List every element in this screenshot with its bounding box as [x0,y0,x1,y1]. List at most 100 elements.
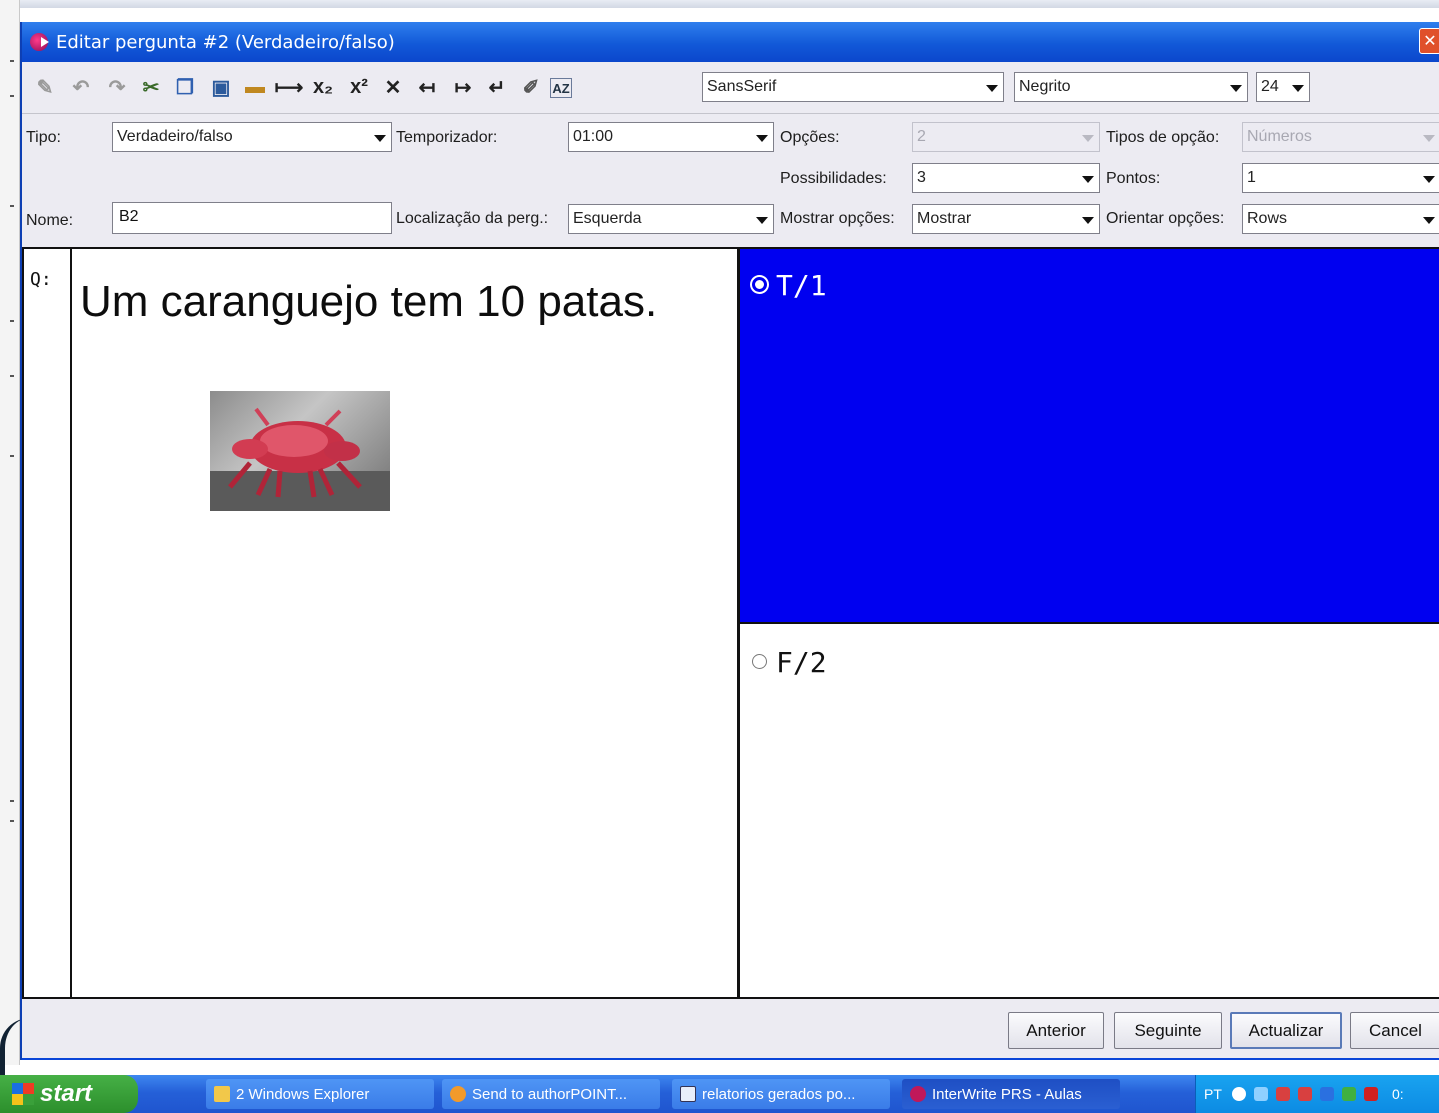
question-label-column: Q: [24,249,72,997]
undo-icon[interactable]: ↶ [68,74,94,100]
chevron-down-icon [1423,176,1435,183]
possibilidades-label: Possibilidades: [780,170,887,187]
option-false[interactable]: F/2 [740,626,1439,997]
tipo-value: Verdadeiro/falso [117,128,233,145]
windows-logo-icon [12,1083,34,1105]
task-label: relatorios gerados po... [702,1085,856,1103]
edit-pencil-icon[interactable]: ✐ [518,74,544,100]
actualizar-button[interactable]: Actualizar [1230,1012,1342,1049]
indent-right-icon[interactable]: ↦ [450,74,476,100]
font-size-value: 24 [1261,78,1279,95]
font-size-select[interactable]: 24 [1256,72,1310,102]
crab-image[interactable] [210,391,390,511]
opcoes-label: Opções: [780,129,840,146]
chevron-down-icon [1292,85,1304,92]
tray-expand-icon[interactable] [1232,1087,1246,1101]
opcoes-select: 2 [912,122,1100,152]
possibilidades-select[interactable]: 3 [912,163,1100,193]
clear-format-icon[interactable]: ✕ [380,74,406,100]
start-label: start [40,1080,93,1107]
task-windows-explorer[interactable]: 2 Windows Explorer [206,1079,434,1109]
mostrar-opcoes-value: Mostrar [917,210,972,227]
cancel-button[interactable]: Cancel [1350,1012,1439,1049]
chevron-down-icon [986,85,998,92]
line-icon[interactable]: ⟼ [275,74,304,100]
bluetooth-icon[interactable] [1320,1087,1334,1101]
paste-icon[interactable]: ▣ [208,74,234,100]
alert-icon[interactable] [1364,1087,1378,1101]
tipos-opcao-value: Números [1247,128,1312,145]
tipos-opcao-label: Tipos de opção: [1106,129,1220,146]
system-tray: PT 0: [1195,1075,1439,1113]
background-window-strip [0,0,20,1065]
opcoes-value: 2 [917,128,926,145]
radio-unselected-icon[interactable] [752,654,767,669]
option-true-label: T/1 [776,269,827,302]
close-button[interactable]: ✕ [1419,28,1439,54]
orientar-opcoes-label: Orientar opções: [1106,210,1225,227]
indent-left-icon[interactable]: ↤ [414,74,440,100]
question-text[interactable]: Um caranguejo tem 10 patas. [80,269,720,335]
sort-az-icon[interactable]: AZ [550,78,572,98]
cut-icon[interactable]: ✂ [138,74,164,100]
chevron-down-icon [1082,135,1094,142]
task-send-to-authorpoint[interactable]: Send to authorPOINT... [442,1079,660,1109]
language-indicator[interactable]: PT [1204,1086,1222,1102]
font-family-select[interactable]: SansSerif [702,72,1004,102]
question-label: Q: [30,269,52,290]
chevron-down-icon [1230,85,1242,92]
temporizador-value: 01:00 [573,128,614,145]
anterior-button[interactable]: Anterior [1008,1012,1104,1049]
subscript-icon[interactable]: x₂ [310,74,336,100]
chevron-down-icon [756,217,768,224]
enter-icon[interactable]: ↵ [484,74,510,100]
image-icon[interactable]: ▬ [242,74,268,100]
task-label: 2 Windows Explorer [236,1085,370,1103]
question-canvas: Q: Um caranguejo tem 10 patas. T/1 F/2 [22,247,1439,999]
title-bar[interactable]: Editar pergunta #2 (Verdadeiro/falso) ✕ [22,22,1439,62]
formatting-toolbar: ✎ ↶ ↷ ✂ ❐ ▣ ▬ ⟼ x₂ x² ✕ ↤ ↦ ↵ ✐ AZ SansS… [22,62,1439,114]
start-button[interactable]: start [0,1075,138,1113]
network-error-icon[interactable] [1276,1087,1290,1101]
nome-input[interactable]: B2 [112,202,392,234]
security-icon[interactable] [1342,1087,1356,1101]
mostrar-opcoes-select[interactable]: Mostrar [912,204,1100,234]
network-error-icon[interactable] [1298,1087,1312,1101]
superscript-icon[interactable]: x² [346,74,372,100]
button-bar: Anterior Seguinte Actualizar Cancel [22,1002,1439,1058]
orientar-opcoes-value: Rows [1247,210,1288,227]
option-true[interactable]: T/1 [740,249,1439,624]
seguinte-button[interactable]: Seguinte [1114,1012,1222,1049]
chevron-down-icon [1082,217,1094,224]
edit-question-dialog: Editar pergunta #2 (Verdadeiro/falso) ✕ … [20,22,1439,1060]
localizacao-select[interactable]: Esquerda [568,204,774,234]
option-false-label: F/2 [776,646,827,679]
font-style-select[interactable]: Negrito [1014,72,1248,102]
desktop: Editar pergunta #2 (Verdadeiro/falso) ✕ … [0,0,1439,1113]
tipo-select[interactable]: Verdadeiro/falso [112,122,392,152]
font-family-value: SansSerif [707,78,777,95]
chevron-down-icon [1423,135,1435,142]
tipo-label: Tipo: [26,129,61,146]
chevron-down-icon [374,135,386,142]
dialog-body: ✎ ↶ ↷ ✂ ❐ ▣ ▬ ⟼ x₂ x² ✕ ↤ ↦ ↵ ✐ AZ SansS… [22,62,1439,1058]
pontos-select[interactable]: 1 [1242,163,1439,193]
copy-icon[interactable]: ❐ [172,74,198,100]
orientar-opcoes-select[interactable]: Rows [1242,204,1439,234]
edit-icon[interactable]: ✎ [32,74,58,100]
font-style-value: Negrito [1019,78,1071,95]
background-window-edge [0,0,1439,8]
temporizador-select[interactable]: 01:00 [568,122,774,152]
clock: 0: [1392,1086,1404,1102]
show-desktop-icon[interactable] [156,1079,190,1109]
pontos-label: Pontos: [1106,170,1161,187]
redo-icon[interactable]: ↷ [104,74,130,100]
temporizador-label: Temporizador: [396,129,498,146]
volume-icon[interactable] [1254,1087,1268,1101]
task-interwrite-prs[interactable]: InterWrite PRS - Aulas [902,1079,1120,1109]
radio-selected-icon[interactable] [752,277,767,292]
chevron-down-icon [1082,176,1094,183]
taskbar: start 2 Windows Explorer Send to authorP… [0,1075,1439,1113]
task-label: Send to authorPOINT... [472,1085,628,1103]
task-relatorios[interactable]: relatorios gerados po... [672,1079,890,1109]
